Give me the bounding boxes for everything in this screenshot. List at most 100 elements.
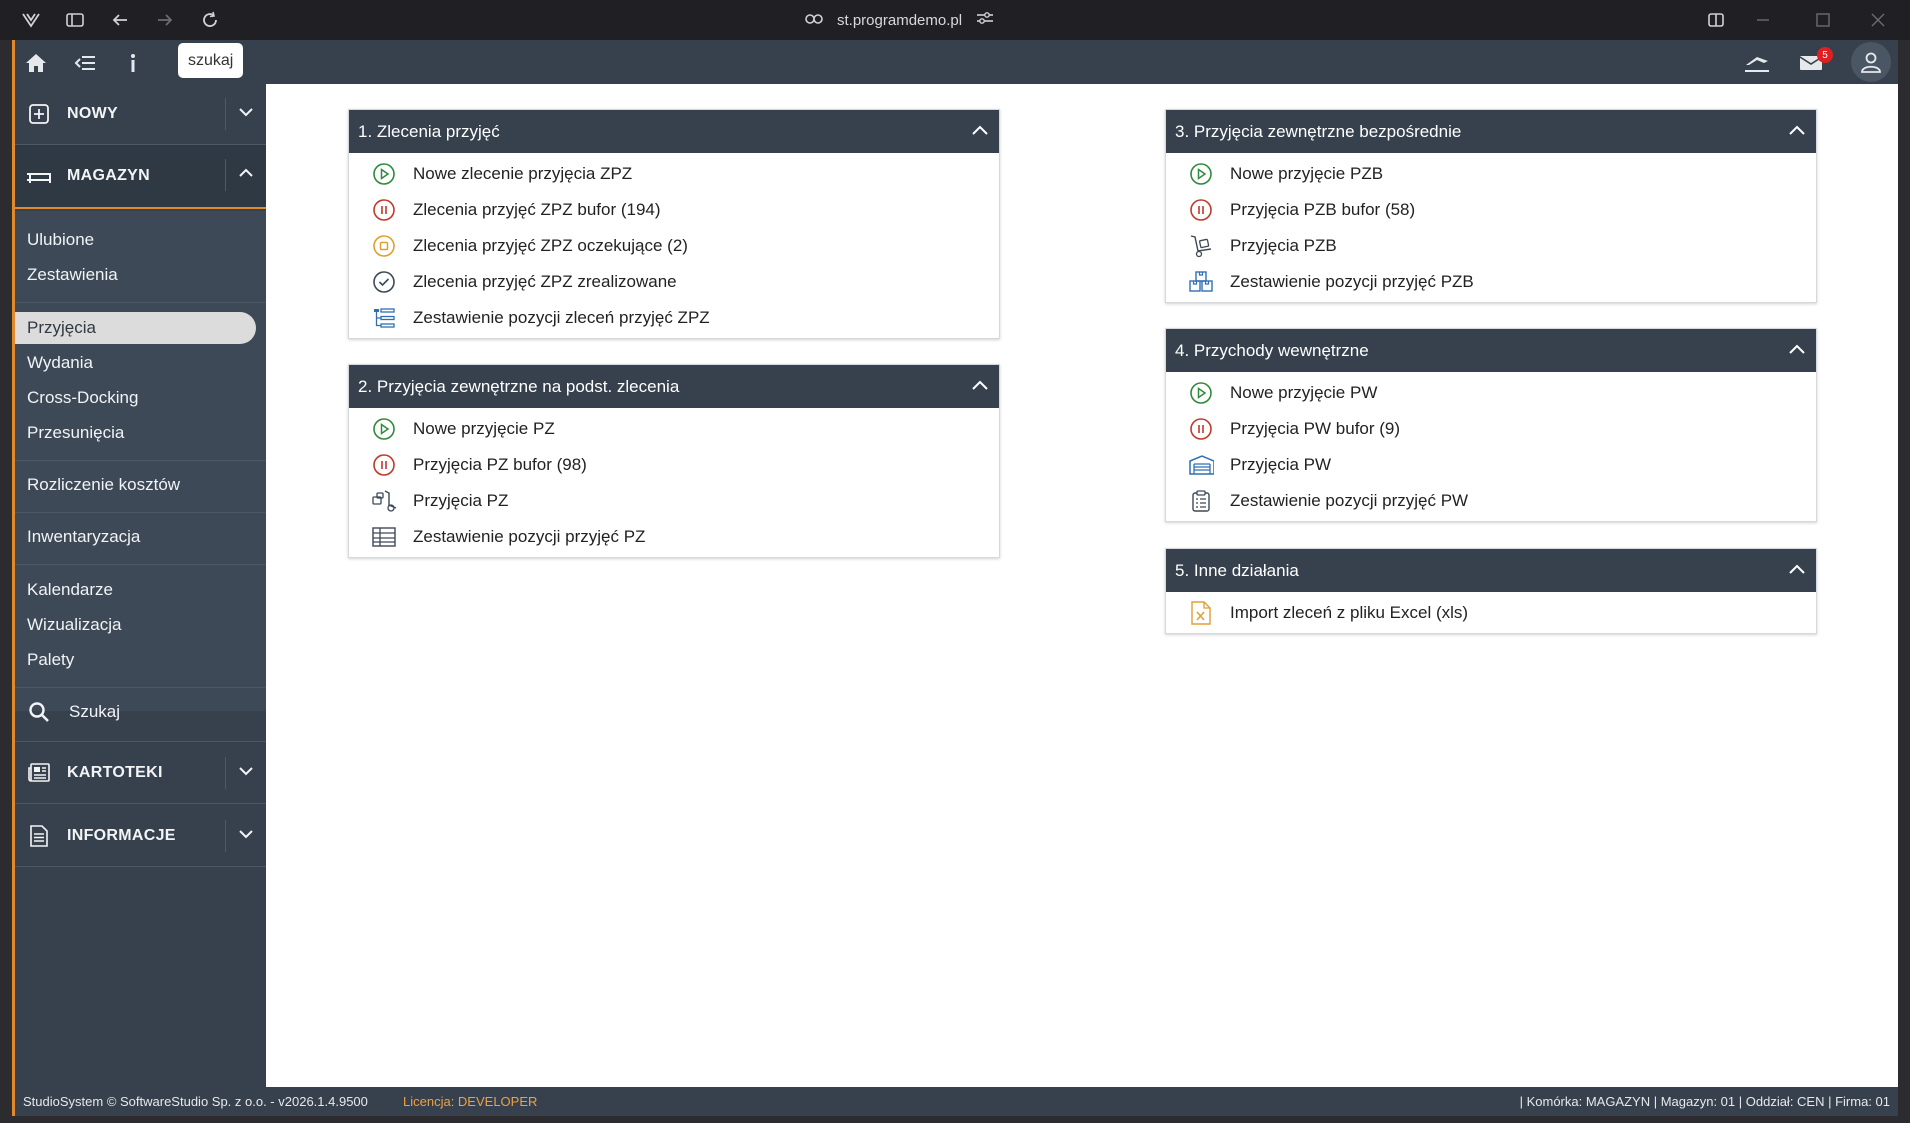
link-label: Zestawienie pozycji przyjęć PW (1230, 491, 1469, 510)
menu-link[interactable]: Przyjęcia PW bufor (9) (1166, 411, 1816, 447)
menu-link[interactable]: Przyjęcia PZB bufor (58) (1166, 192, 1816, 228)
address-bar[interactable]: st.programdemo.pl (805, 8, 994, 32)
menu-link[interactable]: Przyjęcia PZ (349, 483, 999, 519)
panel-header[interactable]: 4. Przychody wewnętrzne (1166, 329, 1816, 372)
home-icon[interactable] (23, 50, 49, 76)
panel-inne-dzialania: 5. Inne działania Import zleceń z pliku … (1165, 548, 1817, 634)
chevron-up-icon[interactable] (1788, 122, 1806, 140)
sidebar-item-przesuniecia[interactable]: Przesunięcia (27, 417, 124, 449)
menu-link[interactable]: Przyjęcia PZ bufor (98) (349, 447, 999, 483)
license-label: Licencja: (403, 1094, 458, 1109)
link-label: Przyjęcia PW (1230, 455, 1332, 474)
chevron-up-icon[interactable] (1788, 341, 1806, 359)
divider (15, 866, 266, 867)
menu-link[interactable]: Przyjęcia PW (1166, 447, 1816, 483)
chevron-up-icon (239, 168, 253, 177)
chevron-up-icon[interactable] (1788, 561, 1806, 579)
menu-link[interactable]: Zestawienie pozycji przyjęć PZ (349, 519, 999, 555)
chevron-down-icon (239, 767, 253, 776)
sidebar-section-nowy[interactable]: NOWY (15, 84, 266, 144)
divider (15, 460, 266, 461)
menu-link[interactable]: Nowe przyjęcie PZB (1166, 156, 1816, 192)
menu-collapse-icon[interactable] (72, 50, 98, 76)
sidebar-item-zestawienia[interactable]: Zestawienia (27, 259, 118, 291)
sidebar-toggle-icon[interactable] (63, 8, 87, 32)
link-label: Przyjęcia PZB (1230, 236, 1337, 255)
play-icon (1188, 161, 1214, 187)
search-button[interactable]: szukaj (178, 43, 244, 78)
split-view-icon[interactable] (1704, 8, 1728, 32)
plus-square-icon (27, 102, 51, 126)
panel-header[interactable]: 5. Inne działania (1166, 549, 1816, 592)
link-label: Nowe przyjęcie PZ (413, 419, 555, 438)
sidebar-item-kalendarze[interactable]: Kalendarze (27, 574, 113, 606)
sidebar-item-wizualizacja[interactable]: Wizualizacja (27, 609, 121, 641)
sidebar-section-label: NOWY (67, 105, 118, 122)
chevron-down-icon (239, 830, 253, 839)
panel-przychody-wewnetrzne: 4. Przychody wewnętrzne Nowe przyjęcie P… (1165, 328, 1817, 522)
menu-link[interactable]: Nowe przyjęcie PW (1166, 375, 1816, 411)
panel-title: 1. Zlecenia przyjęć (358, 121, 500, 141)
warehouse-icon (1188, 452, 1214, 478)
sidebar-section-magazyn[interactable]: MAGAZYN (15, 145, 266, 209)
sidebar-item-przyjecia[interactable]: Przyjęcia (15, 312, 256, 344)
sidebar-item-inwentaryzacja[interactable]: Inwentaryzacja (27, 521, 140, 553)
pause-icon (1188, 416, 1214, 442)
reload-icon[interactable] (198, 8, 222, 32)
license-value: DEVELOPER (457, 1094, 538, 1109)
menu-link[interactable]: Nowe zlecenie przyjęcia ZPZ (349, 156, 999, 192)
maximize-icon[interactable] (1811, 8, 1835, 32)
menu-link[interactable]: Nowe przyjęcie PZ (349, 411, 999, 447)
warehouse-transfer-icon[interactable] (1743, 50, 1769, 76)
close-icon[interactable] (1866, 8, 1890, 32)
menu-link[interactable]: Zlecenia przyjęć ZPZ oczekujące (2) (349, 228, 999, 264)
sidebar-item-szukaj[interactable]: Szukaj (27, 696, 120, 728)
panel-title: 5. Inne działania (1175, 560, 1299, 580)
sidebar-item-wydania[interactable]: Wydania (27, 347, 93, 379)
link-label: Zestawienie pozycji przyjęć PZ (413, 527, 646, 546)
sidebar-item-ulubione[interactable]: Ulubione (27, 224, 94, 256)
link-label: Nowe zlecenie przyjęcia ZPZ (413, 164, 633, 183)
link-label: Zlecenia przyjęć ZPZ bufor (194) (413, 200, 661, 219)
panel-header[interactable]: 1. Zlecenia przyjęć (349, 110, 999, 153)
sidebar-section-informacje[interactable]: INFORMACJE (15, 806, 266, 866)
divider (225, 159, 226, 191)
sidebar-item-rozliczenie-kosztow[interactable]: Rozliczenie kosztów (27, 469, 180, 501)
forward-icon[interactable] (153, 8, 177, 32)
minimize-icon[interactable] (1751, 8, 1775, 32)
menu-link[interactable]: Zlecenia przyjęć ZPZ zrealizowane (349, 264, 999, 300)
dolly-icon (1188, 233, 1214, 259)
user-avatar[interactable] (1851, 42, 1891, 82)
shelf-icon (27, 164, 51, 188)
site-settings-icon[interactable] (976, 11, 994, 29)
browser-logo-icon[interactable] (19, 8, 43, 32)
divider (225, 820, 226, 852)
boxes-icon (1188, 269, 1214, 295)
panel-header[interactable]: 2. Przyjęcia zewnętrzne na podst. zlecen… (349, 365, 999, 408)
chevron-up-icon[interactable] (971, 122, 989, 140)
chevron-up-icon[interactable] (971, 377, 989, 395)
sidebar-section-kartoteki[interactable]: KARTOTEKI (15, 743, 266, 803)
panel-przyjecia-zewnetrzne-zlecenia: 2. Przyjęcia zewnętrzne na podst. zlecen… (348, 364, 1000, 558)
link-label: Import zleceń z pliku Excel (xls) (1230, 603, 1469, 622)
sidebar-item-palety[interactable]: Palety (27, 644, 74, 676)
info-icon[interactable] (120, 50, 146, 76)
mail-count-badge: 5 (1817, 47, 1833, 63)
sidebar-section-label: MAGAZYN (67, 167, 150, 184)
divider (15, 741, 266, 742)
link-label: Przyjęcia PW bufor (9) (1230, 419, 1401, 438)
sidebar-section-label: KARTOTEKI (67, 764, 163, 781)
search-icon (27, 700, 51, 724)
menu-link[interactable]: Zlecenia przyjęć ZPZ bufor (194) (349, 192, 999, 228)
panel-header[interactable]: 3. Przyjęcia zewnętrzne bezpośrednie (1166, 110, 1816, 153)
mail-icon[interactable]: 5 (1798, 47, 1833, 76)
back-icon[interactable] (108, 8, 132, 32)
link-label: Przyjęcia PZB bufor (58) (1230, 200, 1416, 219)
menu-link[interactable]: Zestawienie pozycji przyjęć PW (1166, 483, 1816, 519)
sidebar-item-cross-docking[interactable]: Cross-Docking (27, 382, 138, 414)
clipboard-list-icon (1188, 488, 1214, 514)
menu-link[interactable]: Zestawienie pozycji zleceń przyjęć ZPZ (349, 300, 999, 336)
menu-link[interactable]: Import zleceń z pliku Excel (xls) (1166, 595, 1816, 631)
menu-link[interactable]: Zestawienie pozycji przyjęć PZB (1166, 264, 1816, 300)
menu-link[interactable]: Przyjęcia PZB (1166, 228, 1816, 264)
